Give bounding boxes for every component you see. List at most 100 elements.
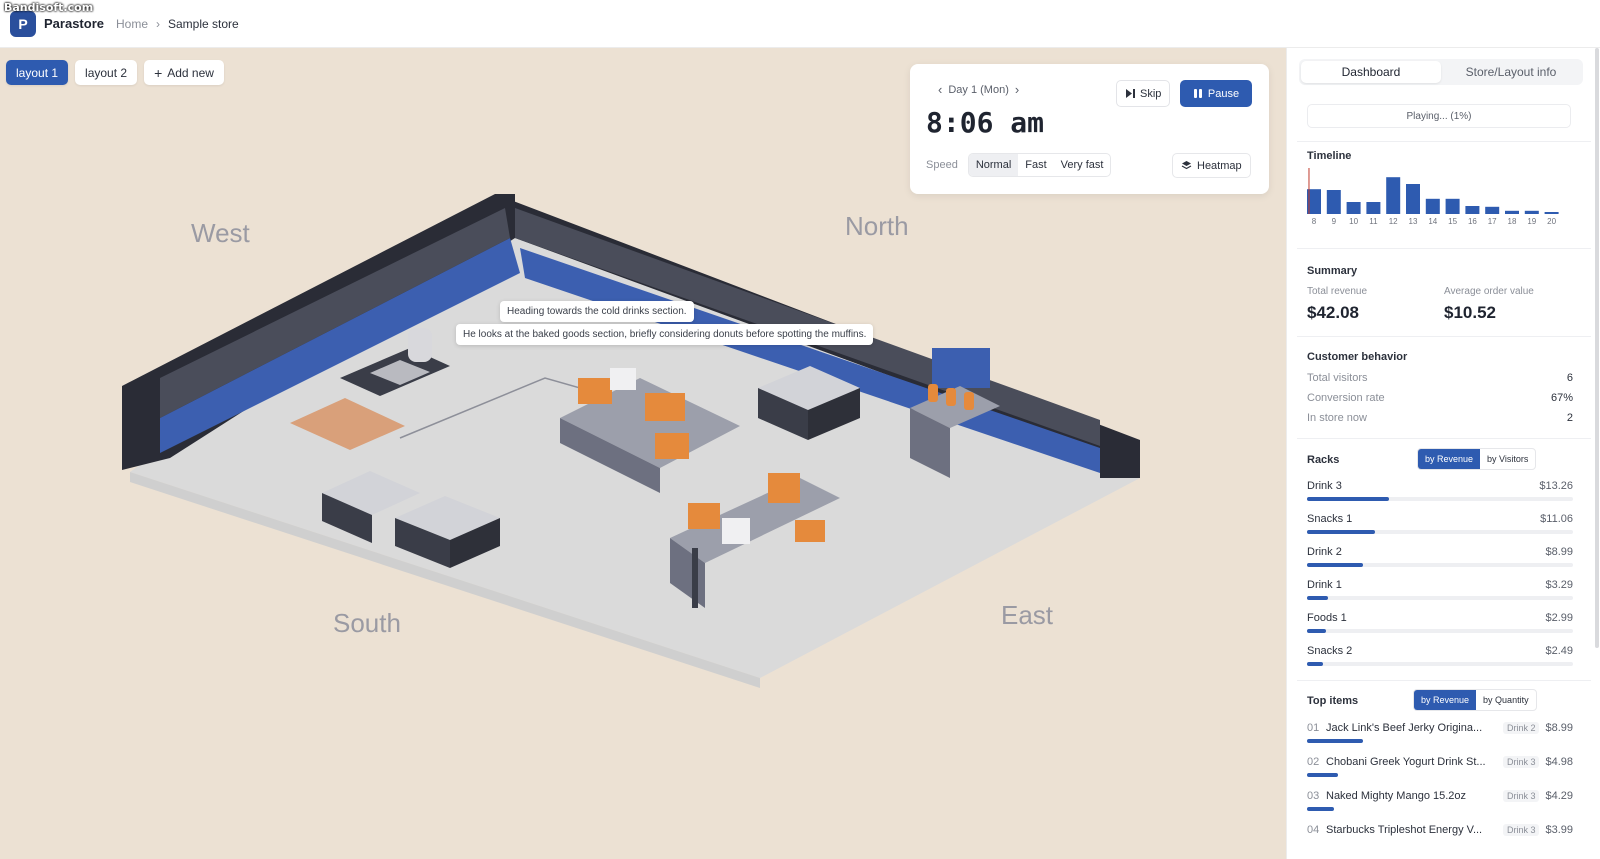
top-item-row[interactable]: 03 Naked Mighty Mango 15.2oz Drink 3 $4.29 <box>1307 790 1573 811</box>
add-layout-label: Add new <box>167 65 214 80</box>
timeline-hour-label: 18 <box>1508 217 1517 226</box>
top-item-row[interactable]: 04 Starbucks Tripleshot Energy V... Drink … <box>1307 824 1573 836</box>
rack-row[interactable]: Snacks 2 $2.49 <box>1307 645 1573 666</box>
top-items-by-revenue-option[interactable]: by Revenue <box>1414 690 1477 710</box>
item-bar-track <box>1307 773 1573 777</box>
top-items-sort-toggle: by Revenue by Quantity <box>1413 689 1537 711</box>
rack-row[interactable]: Foods 1 $2.99 <box>1307 612 1573 633</box>
add-layout-button[interactable]: + Add new <box>144 60 224 85</box>
conversion-rate-value: 67% <box>1550 392 1573 404</box>
customer-thought-bubble: Heading towards the cold drinks section. <box>500 301 694 322</box>
racks-by-visitors-option[interactable]: by Visitors <box>1480 449 1535 469</box>
layers-icon <box>1181 161 1192 170</box>
item-rank: 03 <box>1307 790 1320 802</box>
app-name: Parastore <box>44 16 104 31</box>
rack-bar-fill <box>1307 563 1364 567</box>
item-price: $4.98 <box>1545 756 1573 768</box>
total-visitors-label: Total visitors <box>1307 372 1368 384</box>
rack-value: $2.99 <box>1545 612 1573 624</box>
speed-very-fast-option[interactable]: Very fast <box>1054 154 1111 176</box>
rack-value: $8.99 <box>1545 546 1573 558</box>
rack-bar-track <box>1307 596 1573 600</box>
skip-icon <box>1126 89 1135 98</box>
product-block <box>610 368 636 390</box>
total-revenue-label: Total revenue <box>1307 286 1368 297</box>
timeline-hour-label: 20 <box>1547 217 1556 226</box>
top-item-row[interactable]: 01 Jack Link's Beef Jerky Origina... Drink… <box>1307 722 1573 743</box>
rack-bar-fill <box>1307 530 1376 534</box>
drink-bottle <box>964 392 974 410</box>
rack-row[interactable]: Snacks 1 $11.06 <box>1307 513 1573 534</box>
timeline-bar <box>1326 190 1341 214</box>
divider <box>1297 336 1591 337</box>
cashier-figure <box>408 328 432 362</box>
rack-name: Snacks 1 <box>1307 513 1353 525</box>
rack-name: Drink 3 <box>1307 480 1342 492</box>
conversion-rate-label: Conversion rate <box>1307 392 1385 404</box>
rack-row[interactable]: Drink 1 $3.29 <box>1307 579 1573 600</box>
app-logo[interactable]: P <box>10 10 36 37</box>
timeline-hour-label: 17 <box>1488 217 1497 226</box>
product-block <box>655 433 689 459</box>
drink-rack-sign <box>932 348 990 388</box>
speed-options: Normal Fast Very fast <box>967 153 1112 177</box>
rack-value: $2.49 <box>1545 645 1573 657</box>
timeline-hour-label: 12 <box>1389 217 1398 226</box>
item-rank: 01 <box>1307 722 1320 734</box>
product-block <box>768 473 800 503</box>
breadcrumb-home-link[interactable]: Home <box>116 17 148 31</box>
rack-bar-track <box>1307 563 1573 567</box>
item-rank: 04 <box>1307 824 1320 836</box>
in-store-now-row: In store now 2 <box>1307 412 1573 424</box>
divider <box>1297 248 1591 249</box>
timeline-hour-label: 13 <box>1409 217 1418 226</box>
product-block <box>578 378 612 404</box>
tab-dashboard[interactable]: Dashboard <box>1301 61 1441 83</box>
item-rack-tag: Drink 3 <box>1502 824 1540 836</box>
heatmap-button[interactable]: Heatmap <box>1172 153 1251 178</box>
timeline-bar <box>1425 198 1440 214</box>
rack-row[interactable]: Drink 2 $8.99 <box>1307 546 1573 567</box>
pause-label: Pause <box>1207 87 1240 100</box>
total-visitors-value: 6 <box>1566 372 1573 384</box>
racks-by-revenue-option[interactable]: by Revenue <box>1418 449 1481 469</box>
panel-scrollbar[interactable] <box>1595 48 1599 648</box>
rack-name: Snacks 2 <box>1307 645 1353 657</box>
rack-bar-fill <box>1307 596 1328 600</box>
chevron-left-icon[interactable]: ‹ <box>938 82 942 97</box>
divider <box>1297 680 1591 681</box>
item-price: $4.29 <box>1545 790 1573 802</box>
tab-store-layout-info[interactable]: Store/Layout info <box>1441 61 1581 83</box>
aov-value: $10.52 <box>1444 303 1496 322</box>
top-item-row[interactable]: 02 Chobani Greek Yogurt Drink St... Drink … <box>1307 756 1573 777</box>
speed-fast-option[interactable]: Fast <box>1018 154 1053 176</box>
rack-row[interactable]: Drink 3 $13.26 <box>1307 480 1573 501</box>
item-name: Starbucks Tripleshot Energy V... <box>1326 824 1483 836</box>
timeline-bar <box>1406 184 1420 214</box>
store-canvas[interactable]: layout 1 layout 2 + Add new West North S… <box>0 48 1286 859</box>
timeline-chart[interactable]: 8 9 10 11 12 13 14 15 16 17 18 19 20 <box>1299 166 1559 236</box>
direction-west: West <box>191 218 250 248</box>
timeline-bar <box>1386 177 1401 214</box>
rack-name: Drink 2 <box>1307 546 1342 558</box>
top-items-by-quantity-option[interactable]: by Quantity <box>1476 690 1536 710</box>
playback-controls: ‹ Day 1 (Mon) › 8:06 am Skip Pause Speed… <box>910 64 1269 194</box>
timeline-bar <box>1524 210 1539 214</box>
chevron-right-icon[interactable]: › <box>1015 82 1019 97</box>
total-revenue-value: $42.08 <box>1307 303 1359 322</box>
item-rack-tag: Drink 3 <box>1502 790 1540 802</box>
rack-value: $11.06 <box>1540 513 1573 525</box>
timeline-bar <box>1445 198 1460 214</box>
rack-bar-fill <box>1307 497 1390 501</box>
tab-layout-1[interactable]: layout 1 <box>6 60 69 85</box>
tab-layout-2[interactable]: layout 2 <box>75 60 138 85</box>
skip-button[interactable]: Skip <box>1116 80 1171 107</box>
timeline-bar <box>1366 202 1381 214</box>
in-store-now-label: In store now <box>1307 412 1367 424</box>
top-bar: P Parastore Home › Sample store <box>0 0 1600 48</box>
rack-value: $13.26 <box>1539 480 1573 492</box>
total-revenue-stat: Total revenue $42.08 <box>1307 286 1367 323</box>
pause-button[interactable]: Pause <box>1180 80 1252 107</box>
speed-normal-option[interactable]: Normal <box>968 154 1019 176</box>
average-order-value-stat: Average order value $10.52 <box>1444 286 1534 323</box>
